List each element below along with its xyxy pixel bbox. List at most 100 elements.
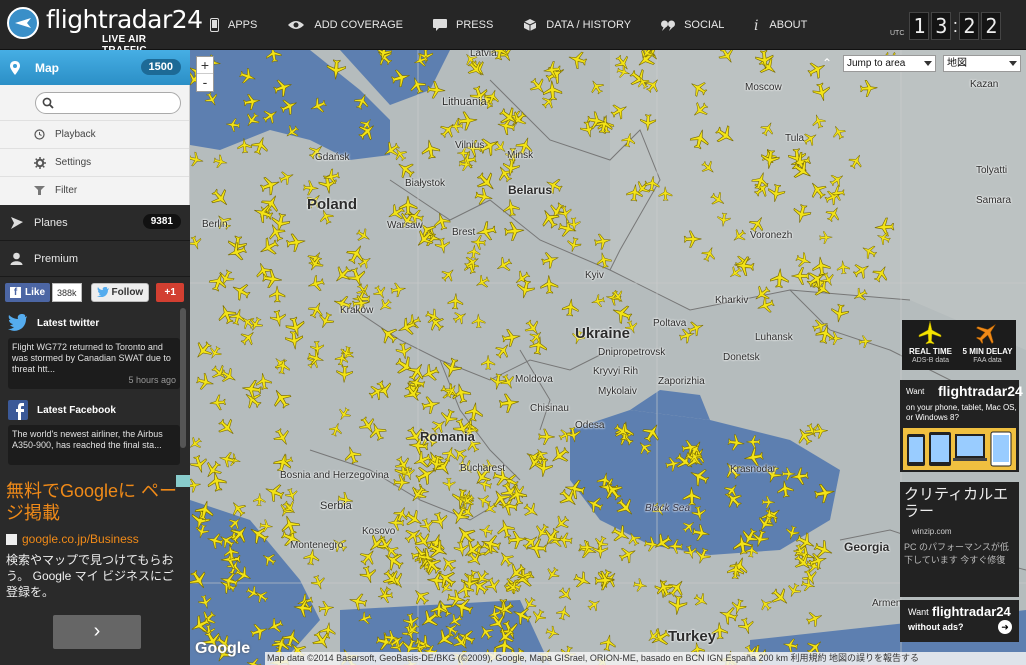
aircraft-icon[interactable] bbox=[318, 600, 335, 616]
aircraft-icon[interactable] bbox=[847, 152, 866, 171]
feed-scrollbar[interactable] bbox=[180, 308, 186, 448]
aircraft-icon[interactable] bbox=[627, 66, 653, 92]
aircraft-icon[interactable] bbox=[811, 256, 831, 276]
aircraft-icon[interactable] bbox=[755, 295, 776, 316]
aircraft-icon[interactable] bbox=[504, 221, 525, 241]
apps-promo[interactable]: Want flightradar24 on your phone, tablet… bbox=[900, 380, 1023, 472]
aircraft-icon[interactable] bbox=[271, 426, 293, 449]
aircraft-icon[interactable] bbox=[268, 385, 294, 411]
aircraft-icon[interactable] bbox=[269, 285, 286, 303]
aircraft-icon[interactable] bbox=[430, 510, 451, 531]
aircraft-icon[interactable] bbox=[227, 498, 248, 519]
aircraft-icon[interactable] bbox=[393, 474, 410, 491]
aircraft-icon[interactable] bbox=[237, 138, 252, 154]
aircraft-icon[interactable] bbox=[651, 531, 675, 555]
aircraft-icon[interactable] bbox=[336, 365, 353, 383]
aircraft-icon[interactable] bbox=[376, 296, 394, 314]
aircraft-icon[interactable] bbox=[471, 313, 486, 329]
aircraft-icon[interactable] bbox=[824, 204, 844, 224]
aircraft-icon[interactable] bbox=[441, 445, 459, 463]
aircraft-icon[interactable] bbox=[255, 372, 273, 390]
nav-social[interactable]: SOCIAL bbox=[661, 19, 724, 31]
aircraft-icon[interactable] bbox=[859, 79, 878, 97]
aircraft-icon[interactable] bbox=[473, 169, 500, 196]
aircraft-icon[interactable] bbox=[717, 212, 731, 227]
aircraft-icon[interactable] bbox=[447, 293, 464, 310]
sidebar-item-map[interactable]: Map 1500 bbox=[0, 50, 190, 85]
aircraft-icon[interactable] bbox=[556, 585, 576, 605]
aircraft-icon[interactable] bbox=[238, 67, 258, 86]
aircraft-icon[interactable] bbox=[285, 232, 307, 253]
aircraft-icon[interactable] bbox=[260, 106, 280, 126]
ad-url[interactable]: google.co.jp/Business bbox=[0, 524, 190, 546]
aircraft-icon[interactable] bbox=[700, 244, 719, 263]
aircraft-icon[interactable] bbox=[256, 235, 281, 259]
twitter-follow-button[interactable]: Follow bbox=[90, 282, 150, 302]
aircraft-icon[interactable] bbox=[527, 75, 549, 98]
aircraft-icon[interactable] bbox=[457, 111, 478, 131]
aircraft-icon[interactable] bbox=[784, 525, 800, 541]
facebook-like-button[interactable]: f Like bbox=[5, 282, 51, 302]
flight-map[interactable]: Latvia Lithuania Moscow Kazan Vilnius Mi… bbox=[190, 50, 1026, 665]
aircraft-icon[interactable] bbox=[249, 621, 270, 641]
aircraft-icon[interactable] bbox=[793, 424, 816, 447]
aircraft-icon[interactable] bbox=[390, 281, 407, 298]
aircraft-icon[interactable] bbox=[410, 585, 433, 608]
aircraft-icon[interactable] bbox=[190, 151, 205, 168]
aircraft-icon[interactable] bbox=[213, 154, 229, 169]
aircraft-icon[interactable] bbox=[593, 232, 612, 250]
aircraft-icon[interactable] bbox=[750, 170, 771, 192]
aircraft-icon[interactable] bbox=[761, 495, 775, 509]
aircraft-icon[interactable] bbox=[823, 187, 843, 206]
aircraft-icon[interactable] bbox=[259, 550, 278, 569]
nav-apps[interactable]: APPS bbox=[210, 18, 257, 32]
aircraft-icon[interactable] bbox=[195, 372, 215, 392]
aircraft-icon[interactable] bbox=[451, 308, 469, 326]
aircraft-icon[interactable] bbox=[643, 75, 663, 95]
aircraft-icon[interactable] bbox=[791, 267, 810, 285]
aircraft-icon[interactable] bbox=[464, 401, 484, 422]
aircraft-icon[interactable] bbox=[557, 218, 578, 239]
aircraft-icon[interactable] bbox=[687, 77, 709, 99]
aircraft-icon[interactable] bbox=[800, 577, 816, 593]
aircraft-icon[interactable] bbox=[271, 354, 289, 372]
aircraft-icon[interactable] bbox=[633, 578, 648, 593]
aircraft-icon[interactable] bbox=[617, 544, 639, 566]
aircraft-icon[interactable] bbox=[851, 286, 870, 304]
aircraft-icon[interactable] bbox=[640, 114, 657, 131]
nav-data-history[interactable]: DATA / HISTORY bbox=[523, 18, 631, 32]
aircraft-icon[interactable] bbox=[208, 185, 233, 210]
sidebar-item-planes[interactable]: Planes 9381 bbox=[0, 205, 190, 241]
aircraft-icon[interactable] bbox=[269, 309, 287, 328]
aircraft-icon[interactable] bbox=[590, 294, 606, 309]
aircraft-icon[interactable] bbox=[729, 598, 747, 617]
aircraft-icon[interactable] bbox=[502, 198, 520, 217]
aircraft-icon[interactable] bbox=[635, 438, 654, 457]
aircraft-icon[interactable] bbox=[335, 406, 352, 423]
aircraft-icon[interactable] bbox=[450, 444, 469, 463]
aircraft-icon[interactable] bbox=[687, 465, 711, 489]
aircraft-icon[interactable] bbox=[692, 524, 711, 542]
aircraft-icon[interactable] bbox=[284, 330, 304, 350]
aircraft-icon[interactable] bbox=[565, 236, 582, 253]
aircraft-icon[interactable] bbox=[272, 76, 294, 98]
aircraft-icon[interactable] bbox=[584, 494, 605, 514]
aircraft-icon[interactable] bbox=[278, 513, 302, 537]
aircraft-icon[interactable] bbox=[238, 327, 259, 348]
aircraft-icon[interactable] bbox=[805, 609, 825, 629]
aircraft-icon[interactable] bbox=[768, 585, 793, 610]
aircraft-icon[interactable] bbox=[326, 59, 347, 80]
aircraft-icon[interactable] bbox=[830, 123, 848, 141]
aircraft-icon[interactable] bbox=[538, 428, 555, 445]
ad-title[interactable]: 無料でGoogleに ページ掲載 bbox=[0, 475, 190, 524]
aircraft-icon[interactable] bbox=[540, 250, 560, 270]
twitter-feed-item[interactable]: Flight WG772 returned to Toronto and was… bbox=[8, 338, 180, 389]
aircraft-icon[interactable] bbox=[278, 96, 300, 117]
aircraft-icon[interactable] bbox=[498, 393, 520, 414]
aircraft-icon[interactable] bbox=[406, 483, 429, 506]
aircraft-icon[interactable] bbox=[190, 435, 204, 452]
aircraft-icon[interactable] bbox=[395, 342, 413, 360]
aircraft-icon[interactable] bbox=[520, 595, 538, 613]
aircraft-icon[interactable] bbox=[609, 100, 631, 122]
aircraft-icon[interactable] bbox=[616, 64, 632, 79]
